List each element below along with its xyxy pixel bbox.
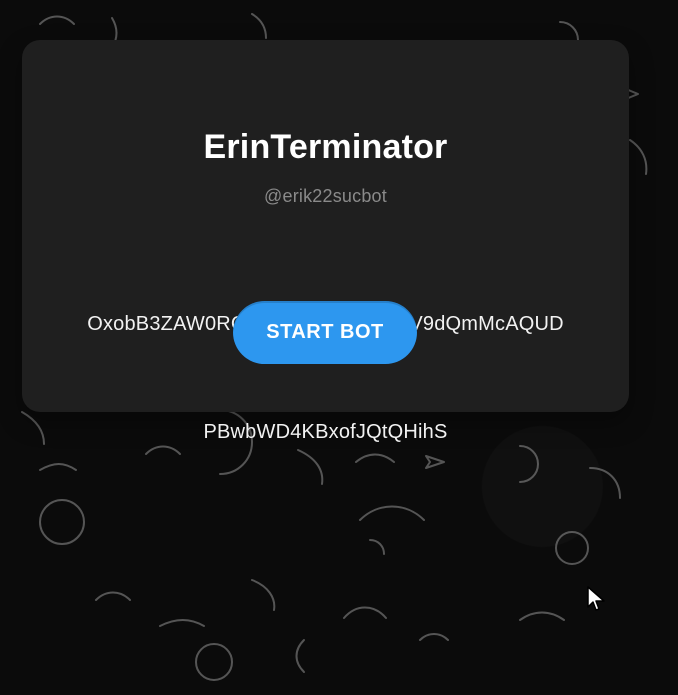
mouse-pointer-icon [587,586,605,611]
bot-description-line-2: PBwbWD4KBxofJQtQHihS [203,421,448,443]
bot-title: ErinTerminator [203,128,448,166]
start-bot-button[interactable]: START BOT [233,301,417,364]
bot-handle: @erik22sucbot [264,186,387,206]
bot-description: OxobB3ZAW0RGYkBdQ39BRUVKfV9dQmMcAQUD PBw… [62,234,589,522]
bot-profile-card: ErinTerminator @erik22sucbot OxobB3ZAW0R… [22,40,629,443]
